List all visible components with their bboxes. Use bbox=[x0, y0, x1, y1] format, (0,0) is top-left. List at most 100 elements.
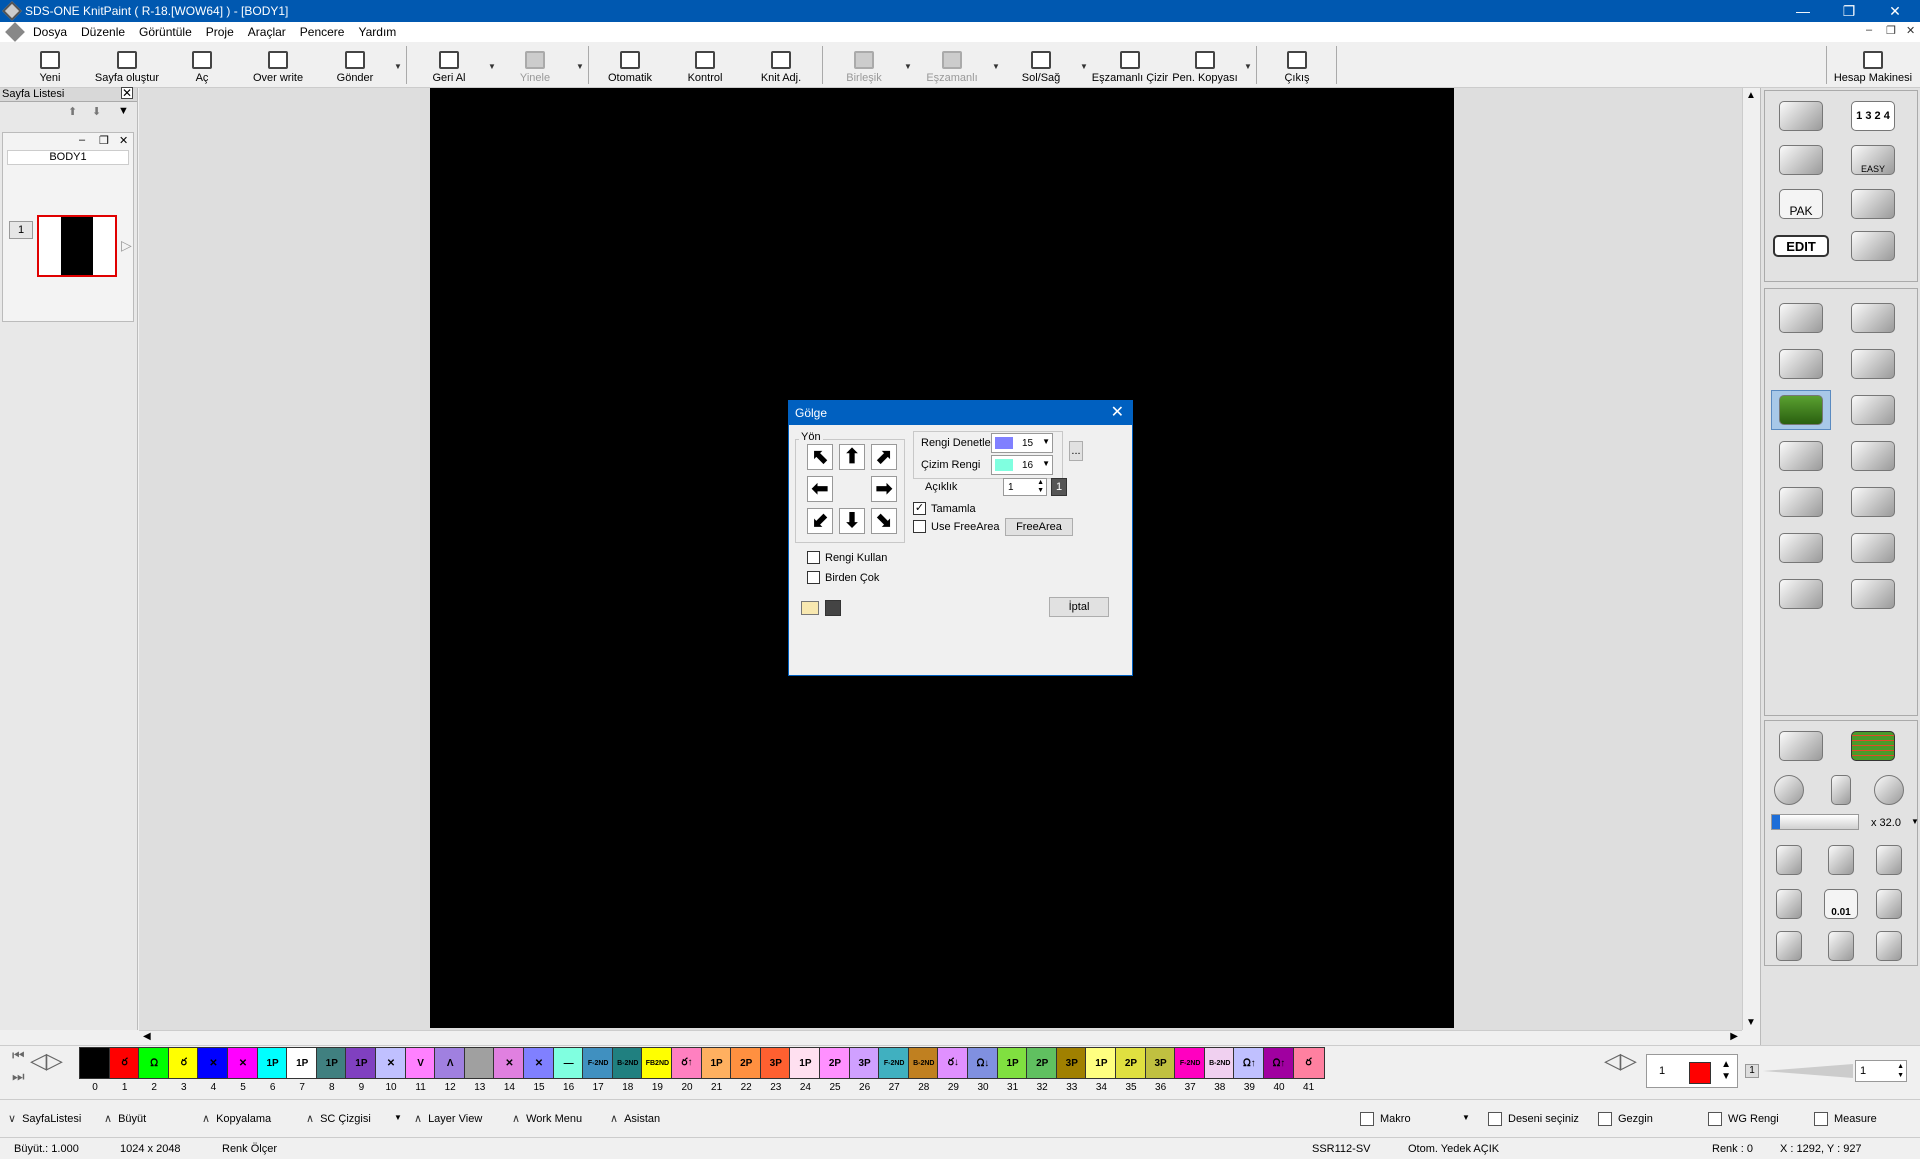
browser-button[interactable]: Gezgin bbox=[1598, 1112, 1653, 1126]
dropdown-icon[interactable]: ▼ bbox=[118, 105, 129, 117]
menu-window[interactable]: Pencere bbox=[293, 25, 352, 39]
page-list-toggle[interactable]: ∨ SayfaListesi bbox=[8, 1112, 81, 1126]
machine-tool-icon[interactable] bbox=[1843, 184, 1903, 224]
save-disk-icon[interactable] bbox=[825, 600, 841, 616]
arrow-right-icon[interactable] bbox=[1865, 884, 1913, 924]
sim-draw-button[interactable]: Eşzamanlı Çizir bbox=[1090, 44, 1170, 86]
open-folder-icon[interactable] bbox=[801, 601, 819, 615]
menu-tools[interactable]: Araçlar bbox=[241, 25, 293, 39]
arrow-up-right-icon[interactable] bbox=[1865, 840, 1913, 880]
palette-swatch-34[interactable]: 1P bbox=[1085, 1047, 1118, 1079]
play-icon[interactable]: ▷ bbox=[121, 237, 132, 254]
redo-dropdown-icon[interactable]: ▼ bbox=[576, 62, 584, 71]
simultaneous-button[interactable]: Eşzamanlı bbox=[918, 44, 986, 86]
palette-swatch-12[interactable]: Λ bbox=[434, 1047, 467, 1079]
merge-button[interactable]: Birleşik bbox=[832, 44, 896, 86]
value-spinner-icon[interactable]: ▲ ▼ bbox=[1897, 1062, 1904, 1080]
palette-swatch-14[interactable]: ✕ bbox=[493, 1047, 526, 1079]
draw-color-select[interactable]: 16 ▼ bbox=[991, 455, 1053, 475]
control-button[interactable]: Kontrol bbox=[676, 44, 734, 86]
zoom-slider[interactable] bbox=[1771, 814, 1859, 830]
palette-swatch-41[interactable]: ర bbox=[1292, 1047, 1325, 1079]
undo-dropdown-icon[interactable]: ▼ bbox=[488, 62, 496, 71]
palette-swatch-15[interactable]: ✕ bbox=[523, 1047, 555, 1079]
palette-swatch-1[interactable]: ర bbox=[108, 1047, 141, 1079]
palette-swatch-23[interactable]: 3P bbox=[759, 1047, 792, 1079]
horizontal-scrollbar[interactable]: ◀ ▶ bbox=[139, 1030, 1742, 1045]
menu-view[interactable]: Görüntüle bbox=[132, 25, 199, 39]
scroll-down-icon[interactable]: ▼ bbox=[1746, 1017, 1756, 1028]
grid-view-tool-icon[interactable] bbox=[1843, 726, 1903, 766]
copy-arrow-tool-icon[interactable] bbox=[1771, 528, 1831, 568]
create-page-button[interactable]: Sayfa oluştur bbox=[88, 44, 166, 86]
arrow-up-icon[interactable] bbox=[1817, 840, 1865, 880]
palette-swatch-35[interactable]: 2P bbox=[1115, 1047, 1147, 1079]
redo-button[interactable]: Yinele bbox=[506, 44, 564, 86]
close-icon[interactable]: ✕ bbox=[119, 134, 128, 147]
new-button[interactable]: Yeni bbox=[30, 44, 70, 86]
erase-pattern-tool-icon[interactable] bbox=[1843, 226, 1903, 266]
measure-button[interactable]: Measure bbox=[1814, 1112, 1877, 1126]
assistant-toggle[interactable]: ∧ Asistan bbox=[610, 1112, 660, 1126]
mdi-restore-icon[interactable]: ❐ bbox=[1886, 24, 1896, 37]
scroll-up-icon[interactable]: ▲ bbox=[1746, 90, 1756, 101]
palette-swatch-30[interactable]: ᘯ↓ bbox=[967, 1047, 999, 1079]
menu-help[interactable]: Yardım bbox=[351, 25, 403, 39]
connect-tool-icon[interactable] bbox=[1771, 482, 1831, 522]
palette-prev-icon[interactable]: ◁ bbox=[30, 1048, 47, 1074]
enlarge-toggle[interactable]: ∧ Büyüt bbox=[104, 1112, 146, 1126]
frame-tool-icon[interactable] bbox=[1771, 574, 1831, 614]
undo-button[interactable]: Geri Al bbox=[420, 44, 478, 86]
multiple-checkbox[interactable] bbox=[807, 571, 820, 584]
arrow-up-right-button[interactable]: ⬈ bbox=[871, 444, 897, 470]
arrow-up-left-button[interactable]: ⬉ bbox=[807, 444, 833, 470]
mdi-close-icon[interactable]: ✕ bbox=[1906, 24, 1915, 37]
vertical-scrollbar[interactable]: ▲ ▼ bbox=[1742, 88, 1759, 1030]
exit-button[interactable]: Çıkış bbox=[1270, 44, 1324, 86]
palette-swatch-7[interactable]: 1P bbox=[286, 1047, 319, 1079]
arrow-down-right-button[interactable]: ⬊ bbox=[871, 508, 897, 534]
palette-scroll-left-icon[interactable]: ◁ bbox=[1604, 1048, 1621, 1074]
arrow-down-left-icon[interactable] bbox=[1765, 926, 1813, 966]
palette-swatch-17[interactable]: F-2ND bbox=[582, 1047, 615, 1079]
palette-swatch-4[interactable]: ✕ bbox=[197, 1047, 230, 1079]
edit-tool-button[interactable]: EDIT bbox=[1771, 226, 1831, 266]
selected-color-box[interactable]: 1 ▲ ▼ bbox=[1646, 1054, 1738, 1088]
text-line-tool-icon[interactable] bbox=[1771, 298, 1831, 338]
palette-swatch-10[interactable]: ✕ bbox=[375, 1047, 407, 1079]
arrow-left-button[interactable]: ⬅ bbox=[807, 476, 833, 502]
complete-checkbox[interactable]: ✓ bbox=[913, 502, 926, 515]
more-button[interactable]: ... bbox=[1069, 441, 1083, 461]
palette-swatch-31[interactable]: 1P bbox=[996, 1047, 1029, 1079]
numbers-tool-icon[interactable]: 1 3 2 4 bbox=[1843, 96, 1903, 136]
palette-swatch-37[interactable]: F-2ND bbox=[1174, 1047, 1207, 1079]
stitch-tool-icon[interactable] bbox=[1771, 96, 1831, 136]
left-right-dropdown-icon[interactable]: ▼ bbox=[1080, 62, 1088, 71]
zoom-in-icon[interactable] bbox=[1865, 770, 1913, 810]
width-badge[interactable]: 1 bbox=[1051, 478, 1067, 496]
slider-value-input[interactable]: 1 ▲ ▼ bbox=[1855, 1060, 1907, 1082]
spinner-arrows-icon[interactable]: ▲ ▼ bbox=[1037, 479, 1044, 495]
close-icon[interactable]: ✕ bbox=[121, 87, 133, 99]
palette-swatch-27[interactable]: F-2ND bbox=[878, 1047, 911, 1079]
palette-swatch-21[interactable]: 1P bbox=[700, 1047, 733, 1079]
select-pattern-button[interactable]: Deseni seçiniz bbox=[1488, 1112, 1579, 1126]
palette-swatch-2[interactable]: ᘯ bbox=[138, 1047, 171, 1079]
palette-swatch-26[interactable]: 3P bbox=[848, 1047, 881, 1079]
use-freearea-checkbox[interactable] bbox=[913, 520, 926, 533]
check-color-select[interactable]: 15 ▼ bbox=[991, 433, 1053, 453]
layer-view-toggle[interactable]: ∧ Layer View bbox=[414, 1112, 482, 1126]
palette-swatch-0[interactable] bbox=[79, 1047, 111, 1079]
palette-swatch-11[interactable]: V bbox=[404, 1047, 437, 1079]
arrow-up-left-icon[interactable] bbox=[1765, 840, 1813, 880]
stairs-tool-icon[interactable] bbox=[1843, 390, 1903, 430]
move-down-icon[interactable]: ⬇ bbox=[92, 105, 101, 118]
freearea-button[interactable]: FreeArea bbox=[1005, 518, 1073, 536]
knit-adj-button[interactable]: Knit Adj. bbox=[750, 44, 812, 86]
arrow-right-button[interactable]: ➡ bbox=[871, 476, 897, 502]
palette-swatch-20[interactable]: ర↑ bbox=[671, 1047, 703, 1079]
color-spinner-icon[interactable]: ▲ ▼ bbox=[1721, 1059, 1731, 1083]
restore-icon[interactable]: ❐ bbox=[99, 134, 109, 147]
palette-swatch-33[interactable]: 3P bbox=[1055, 1047, 1088, 1079]
copy-toggle[interactable]: ∧ Kopyalama bbox=[202, 1112, 271, 1126]
